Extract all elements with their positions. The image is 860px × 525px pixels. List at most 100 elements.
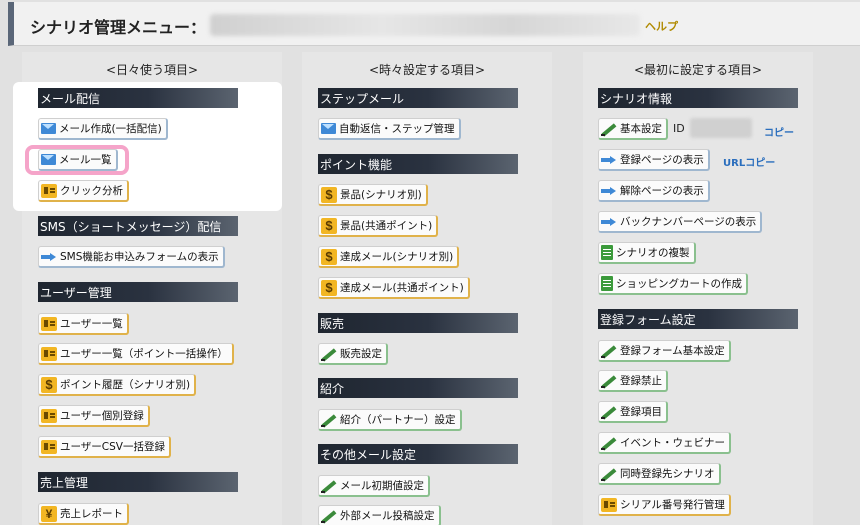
external-mail-button[interactable]: 外部メール投稿設定 (318, 505, 441, 525)
pencil-icon (601, 374, 617, 388)
card-icon (41, 316, 57, 331)
form-basic-label: 登録フォーム基本設定 (620, 345, 725, 357)
prize-shared-label: 景品(共通ポイント) (340, 220, 433, 232)
create-cart-label: ショッピングカートの作成 (616, 278, 742, 290)
pencil-icon (601, 122, 617, 136)
dollar-icon: $ (321, 186, 337, 203)
user-list-button[interactable]: ユーザー一覧 (38, 313, 129, 335)
serial-number-label: シリアル番号発行管理 (620, 499, 725, 511)
section-sales-management: 売上管理 (38, 472, 238, 492)
simultaneous-scenario-button[interactable]: 同時登録先シナリオ (598, 463, 721, 485)
section-sms: SMS（ショートメッセージ）配信 (38, 216, 238, 236)
achieve-mail-scenario-button[interactable]: $ 達成メール(シナリオ別) (318, 246, 460, 268)
sms-form-button[interactable]: SMS機能お申込みフォームの表示 (38, 246, 225, 268)
arrow-right-icon (601, 217, 617, 226)
serial-number-button[interactable]: シリアル番号発行管理 (598, 494, 731, 516)
card-icon (41, 346, 57, 361)
card-icon (41, 439, 57, 454)
arrow-right-icon (41, 252, 57, 261)
click-analysis-label: クリック分析 (60, 185, 123, 197)
prize-shared-button[interactable]: $ 景品(共通ポイント) (318, 215, 439, 237)
section-sales: 販売 (318, 313, 518, 333)
event-webinar-label: イベント・ウェビナー (620, 437, 725, 449)
show-cancel-page-button[interactable]: 解除ページの表示 (598, 180, 710, 202)
section-register-form: 登録フォーム設定 (598, 309, 798, 329)
duplicate-scenario-label: シナリオの複製 (616, 247, 690, 259)
mail-create-button[interactable]: メール作成(一括配信) (38, 118, 168, 140)
auto-reply-button[interactable]: 自動返信・ステップ管理 (318, 118, 461, 140)
show-backnumber-button[interactable]: バックナンバーページの表示 (598, 211, 763, 233)
mail-initial-label: メール初期値設定 (340, 480, 424, 492)
register-items-button[interactable]: 登録項目 (598, 401, 668, 423)
scenario-id-label: ID (673, 122, 685, 135)
document-icon (601, 245, 613, 260)
prize-scenario-label: 景品(シナリオ別) (340, 189, 422, 201)
click-analysis-button[interactable]: クリック分析 (38, 180, 129, 202)
prize-scenario-button[interactable]: $ 景品(シナリオ別) (318, 184, 428, 206)
register-items-label: 登録項目 (620, 406, 662, 418)
user-list-points-button[interactable]: ユーザー一覧（ポイント一括操作） (38, 343, 234, 365)
event-webinar-button[interactable]: イベント・ウェビナー (598, 432, 731, 454)
card-icon (41, 183, 57, 198)
user-csv-button[interactable]: ユーザーCSV一括登録 (38, 436, 171, 458)
section-referral: 紹介 (318, 378, 518, 398)
section-scenario-info: シナリオ情報 (598, 88, 798, 108)
scenario-name-redacted (210, 14, 640, 36)
mail-icon (321, 123, 336, 134)
column-heading-sometimes: <時々設定する項目> (368, 63, 486, 77)
pencil-icon (321, 413, 337, 427)
help-link[interactable]: ヘルプ (645, 18, 678, 34)
column-heading-daily: <日々使う項目> (105, 63, 199, 77)
duplicate-scenario-button[interactable]: シナリオの複製 (598, 242, 696, 264)
page-header: シナリオ管理メニュー： ヘルプ (8, 2, 860, 46)
pencil-icon (601, 344, 617, 358)
point-history-label: ポイント履歴（シナリオ別) (60, 379, 191, 391)
pencil-icon (601, 467, 617, 481)
page-title: シナリオ管理メニュー： (30, 18, 207, 37)
sales-report-button[interactable]: ¥ 売上レポート (38, 503, 129, 525)
arrow-right-icon (601, 155, 617, 164)
sales-setting-label: 販売設定 (340, 348, 382, 360)
document-icon (601, 276, 613, 291)
dollar-icon: $ (321, 217, 337, 234)
achieve-mail-shared-button[interactable]: $ 達成メール(共通ポイント) (318, 277, 470, 299)
show-register-page-button[interactable]: 登録ページの表示 (598, 149, 710, 171)
id-copy-link[interactable]: コピー (764, 124, 794, 139)
point-history-button[interactable]: $ ポイント履歴（シナリオ別) (38, 374, 197, 396)
scenario-id-redacted (690, 118, 752, 138)
section-point: ポイント機能 (318, 154, 518, 174)
mail-initial-button[interactable]: メール初期値設定 (318, 475, 430, 497)
pencil-icon (601, 405, 617, 419)
show-register-page-label: 登録ページの表示 (620, 154, 704, 166)
card-icon (41, 408, 57, 423)
dollar-icon: $ (321, 279, 337, 296)
sales-setting-button[interactable]: 販売設定 (318, 343, 388, 365)
create-cart-button[interactable]: ショッピングカートの作成 (598, 273, 748, 295)
column-heading-first: <最初に設定する項目> (633, 63, 763, 77)
sales-report-label: 売上レポート (60, 508, 123, 520)
user-list-label: ユーザー一覧 (60, 318, 123, 330)
url-copy-link[interactable]: URLコピー (723, 154, 775, 169)
show-cancel-page-label: 解除ページの表示 (620, 185, 704, 197)
user-individual-button[interactable]: ユーザー個別登録 (38, 405, 150, 427)
yen-icon: ¥ (41, 505, 57, 522)
register-ban-button[interactable]: 登録禁止 (598, 370, 668, 392)
section-other-mail: その他メール設定 (318, 444, 518, 464)
section-user: ユーザー管理 (38, 282, 238, 302)
user-csv-label: ユーザーCSV一括登録 (60, 441, 165, 453)
show-backnumber-label: バックナンバーページの表示 (620, 216, 757, 228)
card-icon (601, 497, 617, 512)
section-mail: メール配信 (38, 88, 238, 108)
register-ban-label: 登録禁止 (620, 375, 662, 387)
dollar-icon: $ (321, 248, 337, 265)
dollar-icon: $ (41, 376, 57, 393)
referral-setting-button[interactable]: 紹介（パートナー）設定 (318, 409, 462, 431)
mail-list-highlight (25, 145, 129, 175)
basic-setting-button[interactable]: 基本設定 (598, 118, 668, 140)
sms-form-label: SMS機能お申込みフォームの表示 (60, 251, 219, 263)
form-basic-button[interactable]: 登録フォーム基本設定 (598, 340, 731, 362)
mail-create-label: メール作成(一括配信) (59, 123, 162, 135)
pencil-icon (321, 479, 337, 493)
pencil-icon (321, 347, 337, 361)
arrow-right-icon (601, 186, 617, 195)
